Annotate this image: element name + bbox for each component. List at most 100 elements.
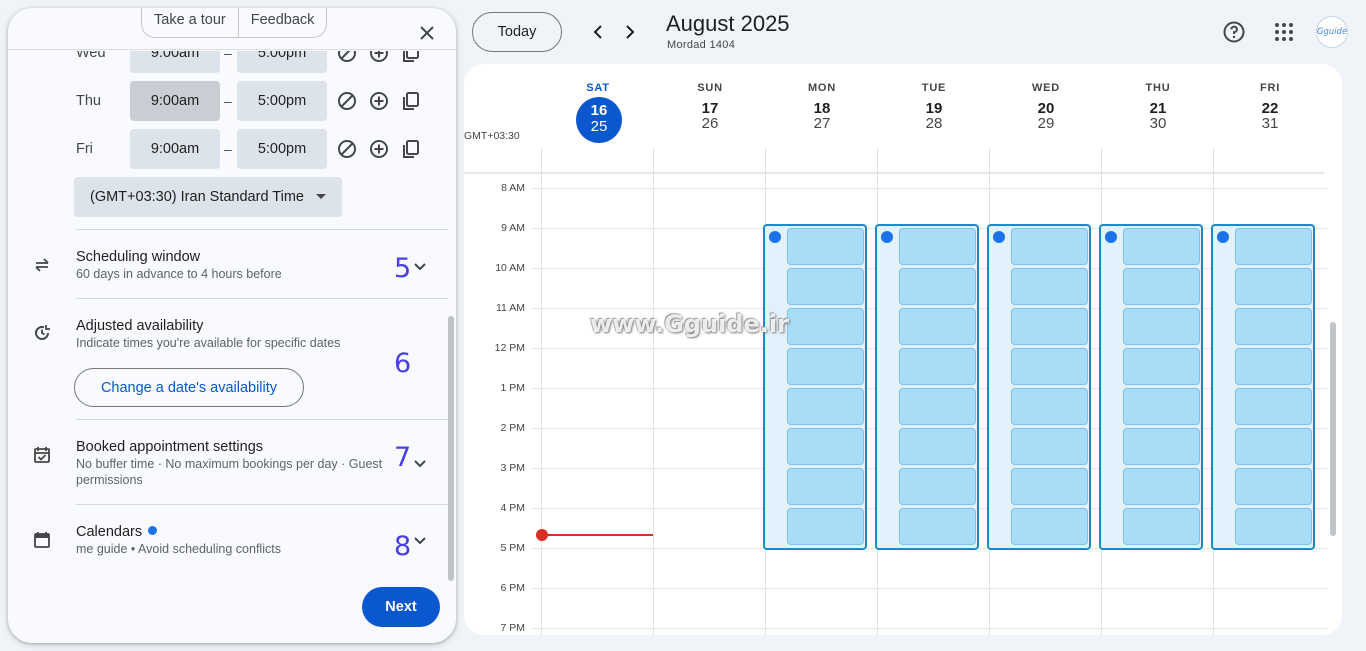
- day-name: FRI: [1259, 82, 1281, 94]
- appointment-slot[interactable]: [1123, 508, 1200, 545]
- appointment-slot[interactable]: [787, 388, 864, 425]
- day-name: SAT: [586, 82, 610, 94]
- end-time-field[interactable]: 5:00pm: [237, 129, 327, 169]
- start-time-field[interactable]: 9:00am: [130, 129, 220, 169]
- calendars-title[interactable]: Calendars: [76, 524, 158, 540]
- start-time-field[interactable]: 9:00am: [130, 81, 220, 121]
- appointment-slot[interactable]: [1123, 468, 1200, 505]
- chevron-right-icon[interactable]: [624, 22, 636, 42]
- appointment-slot[interactable]: [1235, 228, 1312, 265]
- day-header-wed[interactable]: WED 20 29: [990, 82, 1102, 132]
- apps-grid-icon[interactable]: [1272, 20, 1296, 44]
- unavailable-icon[interactable]: [337, 91, 357, 111]
- day-column-divider: [653, 148, 654, 635]
- appointment-slot[interactable]: [1011, 228, 1088, 265]
- today-button[interactable]: Today: [472, 12, 562, 52]
- chevron-down-icon[interactable]: [413, 260, 427, 274]
- account-avatar[interactable]: Gguide: [1316, 16, 1348, 48]
- day-header-tue[interactable]: TUE 19 28: [878, 82, 990, 132]
- panel-scrollbar[interactable]: [448, 316, 454, 581]
- chevron-left-icon[interactable]: [592, 22, 604, 42]
- appointment-slot[interactable]: [899, 428, 976, 465]
- day-number-alt: 26: [701, 115, 719, 132]
- availability-block[interactable]: [875, 224, 979, 550]
- availability-block[interactable]: [763, 224, 867, 550]
- appointment-slot[interactable]: [899, 348, 976, 385]
- current-time-line: [542, 534, 653, 536]
- day-name: TUE: [921, 82, 947, 94]
- next-button[interactable]: Next: [362, 587, 440, 627]
- unavailable-icon[interactable]: [337, 139, 357, 159]
- day-header-thu[interactable]: THU 21 30: [1102, 82, 1214, 132]
- help-icon[interactable]: [1222, 20, 1246, 44]
- appointment-slot[interactable]: [899, 388, 976, 425]
- end-time-field[interactable]: 5:00pm: [237, 81, 327, 121]
- appointment-slot[interactable]: [899, 268, 976, 305]
- appointment-slot[interactable]: [899, 228, 976, 265]
- booked-settings-title[interactable]: Booked appointment settings: [76, 439, 263, 455]
- appointment-slot[interactable]: [899, 308, 976, 345]
- appointment-slot[interactable]: [1235, 388, 1312, 425]
- timezone-select[interactable]: (GMT+03:30) Iran Standard Time: [74, 177, 342, 217]
- day-header-sat[interactable]: SAT 16 25: [542, 82, 654, 143]
- watermark: www.Gguide.ir: [590, 310, 789, 338]
- appointment-slot[interactable]: [1235, 428, 1312, 465]
- appointment-slot[interactable]: [787, 348, 864, 385]
- appointment-slot[interactable]: [787, 308, 864, 345]
- appointment-slot[interactable]: [1011, 508, 1088, 545]
- day-header-fri[interactable]: FRI 22 31: [1214, 82, 1326, 132]
- tour-feedback-group: Take a tour Feedback: [141, 8, 328, 38]
- add-interval-icon[interactable]: [369, 139, 389, 159]
- availability-block[interactable]: [1099, 224, 1203, 550]
- appointment-slot[interactable]: [787, 268, 864, 305]
- appointment-slot[interactable]: [1123, 348, 1200, 385]
- dropdown-caret-icon: [316, 194, 326, 199]
- booking-page-icon: [1105, 231, 1117, 243]
- appointment-slot[interactable]: [1123, 428, 1200, 465]
- copy-icon[interactable]: [401, 139, 421, 159]
- appointment-slot[interactable]: [1011, 428, 1088, 465]
- copy-icon[interactable]: [401, 91, 421, 111]
- chevron-down-icon[interactable]: [413, 457, 427, 471]
- appointment-slot[interactable]: [1235, 508, 1312, 545]
- hour-label: 7 PM: [500, 622, 525, 634]
- calendars-summary: me guide • Avoid scheduling conflicts: [76, 542, 281, 556]
- appointment-slot[interactable]: [1011, 268, 1088, 305]
- appointment-slot[interactable]: [787, 508, 864, 545]
- change-date-availability-button[interactable]: Change a date's availability: [74, 368, 304, 407]
- appointment-slot[interactable]: [1235, 468, 1312, 505]
- appointment-slot[interactable]: [899, 468, 976, 505]
- scheduling-window-title[interactable]: Scheduling window: [76, 249, 200, 265]
- scheduling-window-summary: 60 days in advance to 4 hours before: [76, 267, 282, 281]
- appointment-slot[interactable]: [899, 508, 976, 545]
- appointment-slot[interactable]: [1235, 268, 1312, 305]
- day-header-mon[interactable]: MON 18 27: [766, 82, 878, 132]
- appointment-slot[interactable]: [1123, 268, 1200, 305]
- calendar-scrollbar[interactable]: [1330, 322, 1336, 536]
- day-number: 19: [925, 100, 943, 117]
- appointment-slot[interactable]: [1235, 308, 1312, 345]
- appointment-slot[interactable]: [787, 468, 864, 505]
- appointment-slot[interactable]: [1235, 348, 1312, 385]
- appointment-slot[interactable]: [787, 228, 864, 265]
- swap-arrows-icon: [35, 258, 49, 272]
- take-tour-button[interactable]: Take a tour: [142, 8, 238, 37]
- chevron-down-icon[interactable]: [413, 534, 427, 548]
- day-header-sun[interactable]: SUN 17 26: [654, 82, 766, 132]
- persian-month-subtitle: Mordad 1404: [667, 39, 736, 51]
- availability-block[interactable]: [987, 224, 1091, 550]
- appointment-slot[interactable]: [1123, 388, 1200, 425]
- appointment-slot[interactable]: [1123, 308, 1200, 345]
- appointment-slot[interactable]: [1123, 228, 1200, 265]
- hour-label: 4 PM: [500, 502, 525, 514]
- appointment-slot[interactable]: [1011, 468, 1088, 505]
- day-number-alt: 30: [1149, 115, 1167, 132]
- add-interval-icon[interactable]: [369, 91, 389, 111]
- appointment-slot[interactable]: [1011, 388, 1088, 425]
- appointment-slot[interactable]: [1011, 308, 1088, 345]
- availability-block[interactable]: [1211, 224, 1315, 550]
- appointment-slot[interactable]: [787, 428, 864, 465]
- close-icon[interactable]: [414, 20, 440, 46]
- appointment-slot[interactable]: [1011, 348, 1088, 385]
- feedback-button[interactable]: Feedback: [237, 8, 327, 37]
